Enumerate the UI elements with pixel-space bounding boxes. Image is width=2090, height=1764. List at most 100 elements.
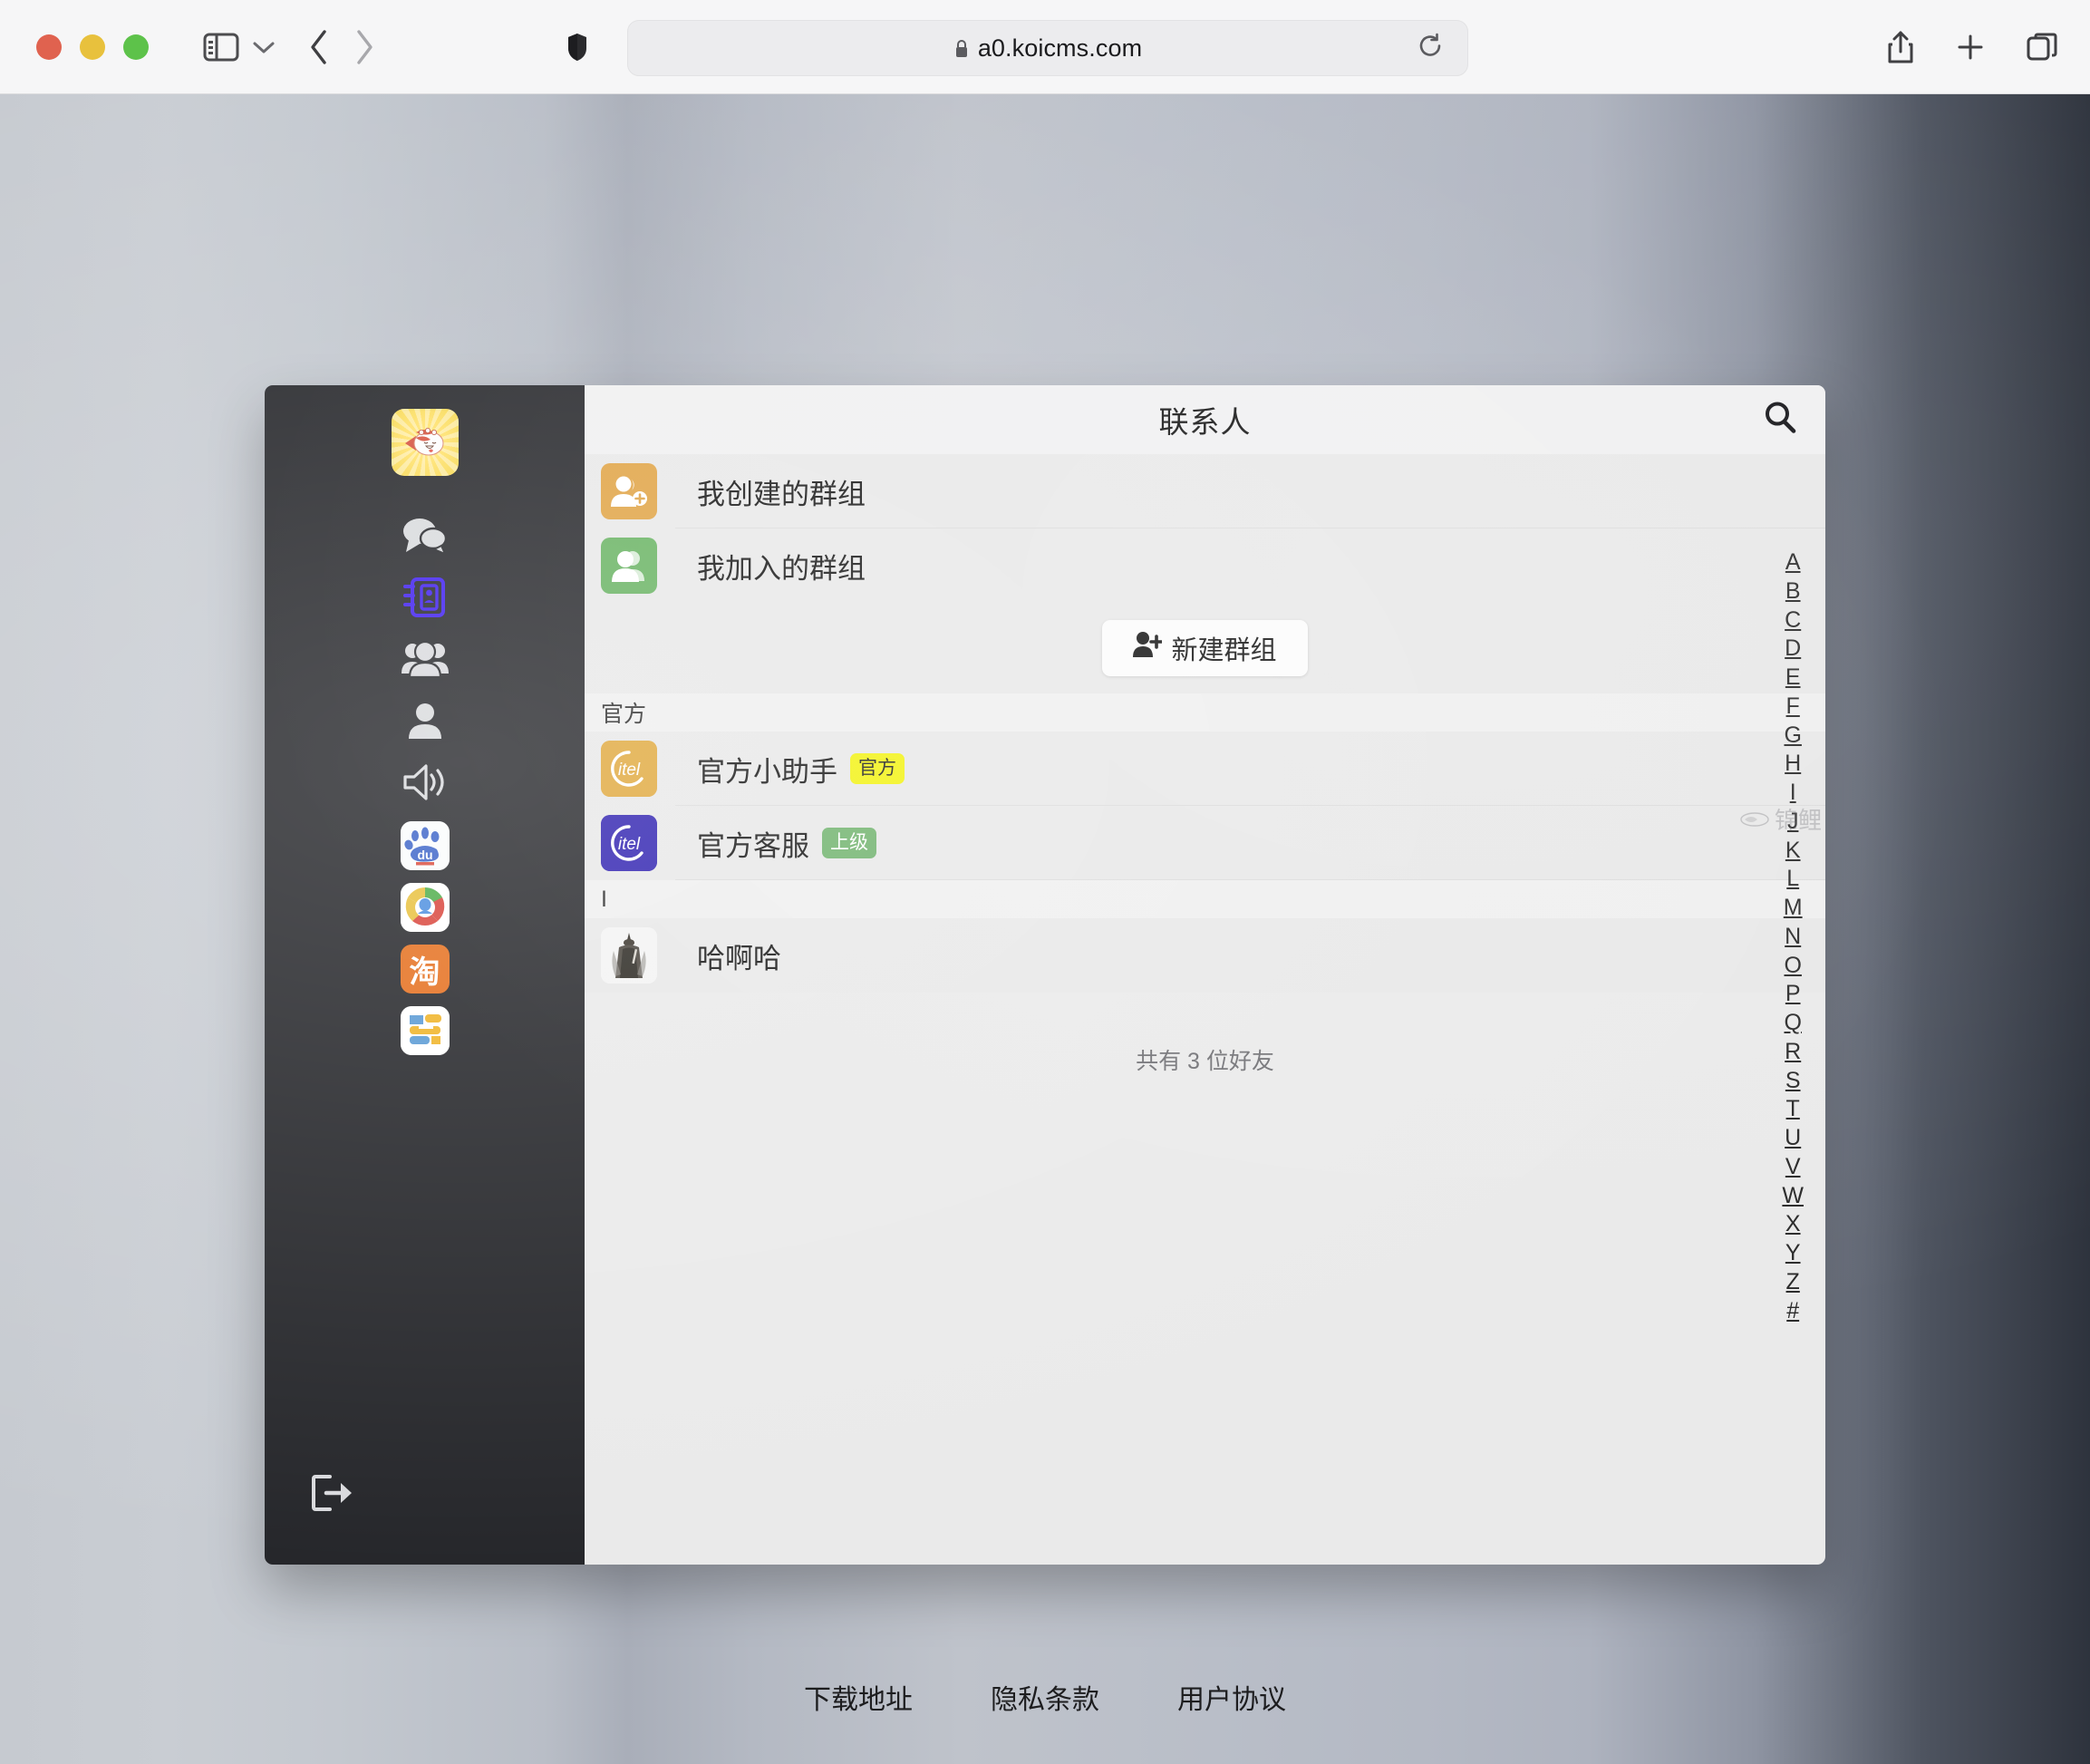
new-group-button-label: 新建群组	[1171, 636, 1277, 665]
alphabet-index-letter[interactable]: #	[1786, 1297, 1799, 1326]
koi-fish-avatar[interactable]	[391, 409, 459, 476]
alphabet-index-letter[interactable]: Z	[1786, 1268, 1800, 1297]
chevron-down-icon[interactable]	[252, 40, 276, 54]
page-title: 联系人	[1158, 405, 1252, 439]
minimize-button[interactable]	[80, 34, 105, 60]
rail-item-groups[interactable]	[265, 630, 585, 692]
alphabet-index-letter[interactable]: W	[1782, 1182, 1804, 1211]
alphabet-index-letter[interactable]: Q	[1784, 1009, 1801, 1038]
alphabet-index-letter[interactable]: V	[1785, 1153, 1801, 1182]
new-group-area: 新建群组	[585, 603, 1825, 693]
alphabet-index-letter[interactable]: T	[1786, 1095, 1800, 1124]
reload-icon[interactable]	[1417, 33, 1444, 64]
rail-item-contacts[interactable]	[265, 568, 585, 630]
alphabet-index-letter[interactable]: D	[1785, 635, 1801, 664]
alphabet-index-letter[interactable]: C	[1785, 606, 1801, 635]
warrior-photo	[601, 927, 657, 984]
app-navigation-rail: du 淘	[265, 385, 585, 1565]
rail-item-announcements[interactable]	[265, 753, 585, 815]
alphabet-index-letter[interactable]: R	[1785, 1038, 1801, 1067]
alphabet-index-letter[interactable]: L	[1786, 865, 1799, 894]
rail-app-taobao[interactable]: 淘	[265, 938, 585, 1000]
user-plus-icon	[1133, 631, 1165, 665]
list-item-contact[interactable]: 哈啊哈	[585, 918, 1825, 993]
chrome-right-tools	[1887, 0, 2057, 94]
sidebar-toggle-icon[interactable]	[203, 32, 239, 63]
rail-app-sina[interactable]	[265, 1000, 585, 1061]
users-icon	[601, 538, 657, 594]
section-heading-official: 官方	[585, 693, 1825, 732]
svg-text:itel: itel	[618, 835, 641, 854]
chat-app-window: du 淘 联系人 我创建的群组 我加入的群组 新建群组 官方 itel 官方小助…	[265, 385, 1825, 1565]
svg-text:itel: itel	[618, 761, 641, 780]
logout-icon[interactable]	[310, 1473, 353, 1517]
alphabet-index-letter[interactable]: K	[1785, 837, 1801, 866]
alphabet-index-letter[interactable]: I	[1790, 779, 1796, 808]
url-host: a0.koicms.com	[977, 34, 1143, 62]
url-text: a0.koicms.com	[953, 34, 1142, 63]
forward-arrow-icon[interactable]	[353, 29, 375, 65]
contact-name: 官方小助手	[697, 755, 837, 788]
list-item-label: 哈啊哈	[697, 942, 781, 974]
tab-overview-icon[interactable]	[2027, 33, 2057, 62]
footer-link-download[interactable]: 下载地址	[804, 1677, 913, 1717]
alphabet-index-letter[interactable]: X	[1785, 1210, 1801, 1239]
alphabet-index-letter[interactable]: B	[1785, 577, 1801, 606]
qq-browser-app-icon	[400, 883, 450, 932]
alphabet-index-letter[interactable]: Y	[1785, 1239, 1801, 1268]
profile-icon	[405, 701, 445, 745]
alphabet-index-letter[interactable]: U	[1785, 1124, 1801, 1153]
footer-link-privacy[interactable]: 隐私条款	[991, 1677, 1099, 1717]
close-button[interactable]	[36, 34, 62, 60]
friend-count-text: 共有 3 位好友	[1136, 1049, 1274, 1074]
rail-item-chat[interactable]	[265, 507, 585, 568]
new-group-button[interactable]: 新建群组	[1102, 620, 1308, 676]
taobao-app-icon: 淘	[400, 945, 450, 993]
rail-app-baidu[interactable]: du	[265, 815, 585, 877]
section-heading-i: I	[585, 880, 1825, 918]
row-separator	[675, 879, 1825, 880]
alphabet-index-letter[interactable]: P	[1785, 980, 1801, 1009]
list-item-created-groups[interactable]: 我创建的群组	[585, 454, 1825, 528]
list-item-contact[interactable]: itel 官方客服 上级	[585, 806, 1825, 880]
alphabet-index-letter[interactable]: O	[1784, 952, 1801, 981]
sina-app-icon	[400, 1006, 450, 1055]
rail-item-profile[interactable]	[265, 692, 585, 753]
alphabet-index-letter[interactable]: N	[1785, 923, 1801, 952]
alphabet-index-letter[interactable]: M	[1784, 894, 1803, 923]
alphabet-index-letter[interactable]: F	[1786, 693, 1800, 722]
contacts-header: 联系人	[585, 385, 1825, 454]
alphabet-index-letter[interactable]: H	[1785, 750, 1801, 779]
search-icon[interactable]	[1762, 400, 1798, 441]
status-badge: 官方	[850, 753, 905, 784]
contacts-panel: 联系人 我创建的群组 我加入的群组 新建群组 官方 itel 官方小助手 官方 …	[585, 385, 1825, 1565]
list-item-joined-groups[interactable]: 我加入的群组	[585, 528, 1825, 603]
rail-app-qq-browser[interactable]	[265, 877, 585, 938]
address-bar[interactable]: a0.koicms.com	[627, 20, 1468, 76]
chat-icon	[402, 516, 449, 560]
lock-icon	[953, 39, 970, 59]
contact-name: 官方客服	[697, 829, 809, 862]
back-arrow-icon[interactable]	[308, 29, 330, 65]
shield-icon[interactable]	[566, 32, 589, 63]
plus-icon[interactable]	[1956, 33, 1985, 62]
footer-link-terms[interactable]: 用户协议	[1177, 1677, 1286, 1717]
contacts-book-icon	[402, 576, 449, 624]
browser-chrome: a0.koicms.com	[0, 0, 2090, 94]
alphabet-index-letter[interactable]: S	[1785, 1067, 1801, 1096]
itel-blue-logo: itel	[601, 815, 657, 871]
navigation-arrows	[308, 29, 375, 65]
zoom-button[interactable]	[123, 34, 149, 60]
contacts-body: 我创建的群组 我加入的群组 新建群组 官方 itel 官方小助手 官方 itel…	[585, 454, 1825, 1565]
alphabet-index-letter[interactable]: A	[1785, 548, 1801, 577]
baidu-app-icon: du	[400, 821, 450, 870]
itel-gold-logo: itel	[601, 741, 657, 797]
list-item-contact[interactable]: itel 官方小助手 官方	[585, 732, 1825, 806]
alphabet-index[interactable]: A B C D E F G H I J K L M N O P Q R S T U V W X Y Z #	[1782, 548, 1804, 1325]
alphabet-index-letter[interactable]: G	[1784, 722, 1801, 751]
share-icon[interactable]	[1887, 30, 1914, 64]
alphabet-index-letter[interactable]: E	[1785, 664, 1801, 693]
list-item-label: 官方小助手 官方	[697, 749, 905, 790]
window-controls	[36, 34, 149, 60]
alphabet-index-letter[interactable]: J	[1787, 808, 1799, 837]
